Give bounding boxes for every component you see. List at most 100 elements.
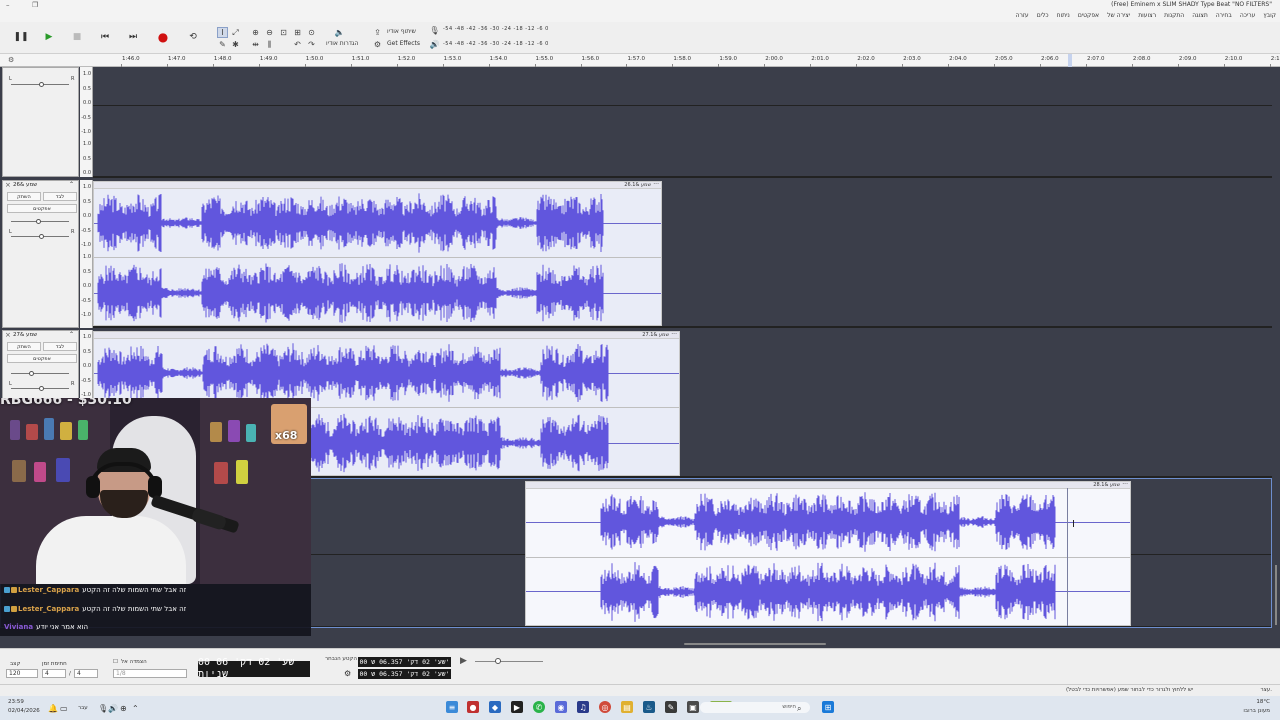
language-indicator[interactable]: עבר — [78, 705, 88, 711]
clip-menu-icon[interactable]: ··· — [653, 181, 659, 188]
audio-setup-label[interactable]: הגדרות אודיו — [326, 40, 358, 47]
speaker-tray-icon[interactable]: 🔊 — [108, 704, 118, 713]
app-icon[interactable]: ● — [467, 701, 479, 713]
menu-item[interactable]: אפקטים — [1078, 12, 1099, 19]
minimize-icon[interactable]: – — [6, 1, 10, 9]
menu-item[interactable]: יצירה של — [1107, 12, 1130, 19]
display-icon[interactable]: ▭ — [60, 704, 68, 713]
get-effects-icon[interactable]: ⚙ — [372, 39, 383, 50]
playback-speed-knob[interactable] — [495, 658, 501, 664]
trim-icon[interactable]: ⇹ — [250, 39, 261, 50]
collapse-track-icon[interactable]: ⌃ — [69, 331, 74, 338]
menu-item[interactable]: תצוגה — [1192, 12, 1208, 19]
timeline-ruler[interactable]: ⚙ 1:46.0 1:47.0 1:48.0 1:49.0 1:50.0 1:51.0 1:… — [0, 54, 1280, 67]
speaker-icon[interactable]: 🔈 — [334, 27, 345, 38]
record-button[interactable]: ● — [152, 26, 174, 48]
get-effects-label[interactable]: Get Effects — [387, 40, 420, 47]
snap-checkbox[interactable]: ☐ — [113, 659, 118, 665]
collapse-track-icon[interactable]: ⌃ — [69, 181, 74, 188]
close-track-icon[interactable]: × — [5, 331, 11, 339]
taskbar-search[interactable]: חיפוש — [700, 702, 810, 713]
menu-item[interactable]: עזרה — [1016, 12, 1029, 19]
pan-knob[interactable] — [39, 82, 44, 87]
fit-selection-icon[interactable]: ⊡ — [278, 27, 289, 38]
file-explorer-icon[interactable]: ▤ — [621, 701, 633, 713]
restore-icon[interactable]: ❐ — [32, 1, 38, 9]
draw-tool-icon[interactable]: ✎ — [217, 39, 228, 50]
tray-overflow-icon[interactable]: ⌃ — [132, 704, 139, 713]
gain-knob[interactable] — [29, 371, 34, 376]
undo-icon[interactable]: ↶ — [292, 39, 303, 50]
menu-item[interactable]: רצועות — [1138, 12, 1156, 19]
envelope-tool-icon[interactable]: ⤢ — [230, 27, 241, 38]
pause-button[interactable]: ❚❚ — [10, 26, 32, 48]
weather-temp[interactable]: 18°C — [1256, 699, 1270, 705]
clock-time[interactable]: 23:59 — [8, 699, 24, 705]
pan-knob[interactable] — [39, 386, 44, 391]
skip-end-button[interactable]: ⏭ — [122, 26, 144, 48]
time-signature-numerator[interactable]: 4 — [42, 669, 66, 678]
skip-start-button[interactable]: ⏮ — [94, 26, 116, 48]
scroll-thumb[interactable] — [1275, 565, 1277, 625]
snap-select[interactable]: 1/8 — [113, 669, 187, 678]
record-meter[interactable]: -54 -48 -42 -36 -30 -24 -18 -12 -6 0 — [443, 26, 563, 35]
clip-menu-icon[interactable]: ··· — [671, 331, 677, 338]
track-name[interactable]: שמע &27 — [13, 332, 37, 338]
selection-options-icon[interactable]: ⚙ — [344, 669, 351, 678]
audacity-icon[interactable]: ♫ — [577, 701, 589, 713]
effects-button[interactable]: אפקטים — [7, 354, 77, 363]
clock-date[interactable]: 02/04/2026 — [8, 708, 40, 714]
share-audio-label[interactable]: שיתוף אודיו — [387, 28, 416, 35]
search-icon[interactable]: ⌕ — [797, 704, 801, 714]
scroll-thumb[interactable] — [684, 643, 826, 645]
play-at-speed-button[interactable]: ▶ — [460, 656, 467, 666]
horizontal-scrollbar[interactable] — [0, 640, 1280, 648]
clip-header[interactable]: שמע &27.1 ··· — [94, 331, 679, 339]
menu-item[interactable]: קובץ — [1263, 12, 1276, 19]
playback-meter[interactable]: -54 -48 -42 -36 -30 -24 -18 -12 -6 0 — [443, 41, 563, 50]
silence-icon[interactable]: ⫼ — [264, 39, 275, 50]
track-4-lane[interactable]: שמע &28.1 ··· — [311, 478, 1272, 628]
whatsapp-icon[interactable]: ✆ — [533, 701, 545, 713]
select-tool-icon[interactable]: I — [217, 27, 228, 38]
audio-clip[interactable]: שמע &26.1 ··· — [93, 181, 662, 326]
redo-icon[interactable]: ↷ — [306, 39, 317, 50]
playhead-marker[interactable] — [1068, 54, 1072, 67]
effects-button[interactable]: אפקטים — [7, 204, 77, 213]
tempo-field[interactable]: 120 — [6, 669, 38, 678]
audio-clip-selected[interactable]: שמע &28.1 ··· — [525, 481, 1131, 626]
selection-start-field[interactable]: 00 שע' 02 דק' 06.357 ש' — [358, 657, 451, 667]
share-icon[interactable]: ⇪ — [372, 27, 383, 38]
solo-button[interactable]: לבד — [43, 342, 77, 351]
zoom-toggle-icon[interactable]: ⊙ — [306, 27, 317, 38]
track-2-lane[interactable]: שמע &26.1 ··· — [93, 178, 1272, 328]
steam-icon[interactable]: ♨ — [643, 701, 655, 713]
stop-button[interactable]: ■ — [66, 26, 88, 48]
menu-item[interactable]: בחירה — [1216, 12, 1232, 19]
zoom-in-icon[interactable]: ⊕ — [250, 27, 261, 38]
solo-button[interactable]: לבד — [43, 192, 77, 201]
time-signature-denominator[interactable]: 4 — [74, 669, 98, 678]
close-track-icon[interactable]: × — [5, 181, 11, 189]
time-display[interactable]: 00 שע' 02 דק' 06 שניות — [198, 657, 310, 680]
discord-icon[interactable]: ◉ — [555, 701, 567, 713]
mute-button[interactable]: השתק — [7, 192, 41, 201]
menu-item[interactable]: התקנות — [1164, 12, 1184, 19]
app-icon[interactable]: ▣ — [687, 701, 699, 713]
pan-knob[interactable] — [39, 234, 44, 239]
start-icon[interactable]: ⊞ — [822, 701, 834, 713]
menu-item[interactable]: עריכה — [1240, 12, 1256, 19]
zoom-out-icon[interactable]: ⊖ — [264, 27, 275, 38]
network-tray-icon[interactable]: ⊕ — [120, 704, 127, 713]
clip-header[interactable]: שמע &28.1 ··· — [526, 481, 1130, 489]
app-icon[interactable]: ✎ — [665, 701, 677, 713]
track-name[interactable]: שמע &26 — [13, 182, 37, 188]
gain-slider[interactable] — [11, 373, 69, 374]
record-meter-icon[interactable]: 🎙 — [429, 25, 440, 36]
mute-button[interactable]: השתק — [7, 342, 41, 351]
app-icon[interactable]: ◆ — [489, 701, 501, 713]
chrome-icon[interactable]: ◎ — [599, 701, 611, 713]
clip-menu-icon[interactable]: ··· — [1122, 481, 1128, 488]
fit-project-icon[interactable]: ⊞ — [292, 27, 303, 38]
timeline-options-icon[interactable]: ⚙ — [8, 56, 14, 64]
